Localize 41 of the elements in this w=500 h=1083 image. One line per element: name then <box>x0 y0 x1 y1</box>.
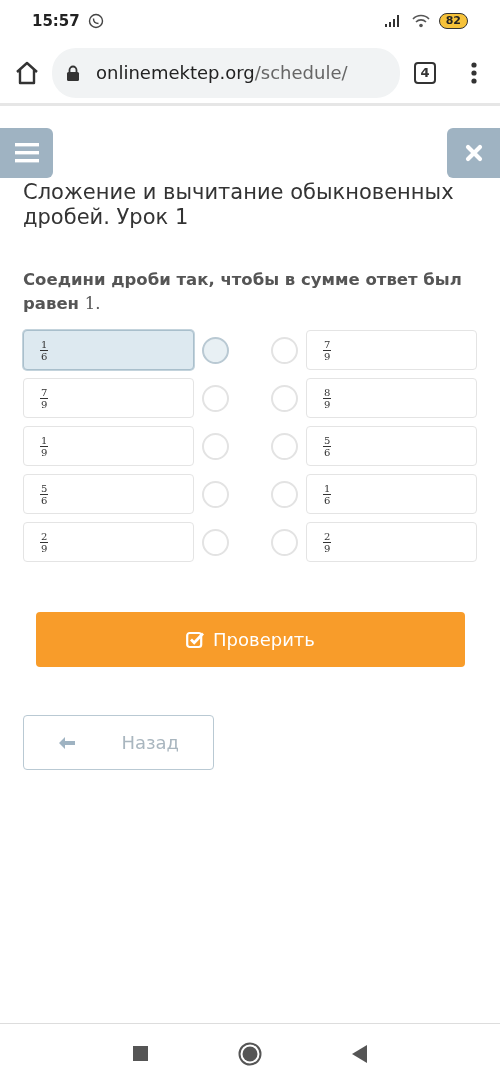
chat-icon <box>87 13 104 29</box>
connector-dot[interactable] <box>271 528 298 556</box>
answer-option[interactable]: 7 9 <box>23 378 194 418</box>
home-icon[interactable] <box>238 1041 262 1066</box>
connector-dot[interactable] <box>271 384 298 412</box>
answer-option[interactable]: 5 6 <box>23 474 194 514</box>
answer-option[interactable]: 8 9 <box>306 378 477 418</box>
lesson-title: Сложение и вычитание обыкновенных дробей. Урок 1 <box>23 180 455 230</box>
connector-dot[interactable] <box>271 432 298 460</box>
question-text: Соедини дроби так, чтобы в сумме ответ был равен 1. <box>23 269 463 315</box>
answer-option[interactable]: 1 6 <box>306 474 477 514</box>
answer-option[interactable]: 5 6 <box>306 426 477 466</box>
wifi-icon <box>410 14 431 28</box>
answer-option[interactable]: 7 9 <box>306 330 477 370</box>
tab-count[interactable]: 4 <box>414 61 436 84</box>
connector-dot[interactable] <box>202 336 229 364</box>
back-icon[interactable] <box>352 1044 367 1063</box>
connector-dot[interactable] <box>202 384 229 412</box>
home-icon[interactable] <box>14 59 40 86</box>
connector-dot[interactable] <box>202 480 229 508</box>
answer-option[interactable]: 2 9 <box>23 522 194 562</box>
answer-option[interactable]: 1 9 <box>23 426 194 466</box>
lock-icon <box>66 64 80 81</box>
url-text: onlinemektep.org/schedule/ <box>96 61 348 85</box>
arrow-left-icon <box>58 735 76 750</box>
answer-option[interactable]: 1 6 <box>23 330 194 370</box>
menu-icon <box>14 143 39 163</box>
connector-dot[interactable] <box>202 528 229 556</box>
connector-dot[interactable] <box>271 480 298 508</box>
menu-button[interactable] <box>0 128 53 178</box>
close-icon <box>464 144 483 162</box>
battery-level: 82 <box>438 13 468 29</box>
connector-dot[interactable] <box>202 432 229 460</box>
connector-dot[interactable] <box>271 336 298 364</box>
menu-icon[interactable] <box>470 60 478 85</box>
checkbox-icon <box>186 630 206 649</box>
close-button[interactable] <box>447 128 500 178</box>
status-time: 15:57 <box>32 10 80 32</box>
address-bar[interactable]: onlinemektep.org/schedule/ <box>52 47 400 98</box>
answer-option[interactable]: 2 9 <box>306 522 477 562</box>
recent-apps-icon[interactable] <box>133 1046 148 1061</box>
